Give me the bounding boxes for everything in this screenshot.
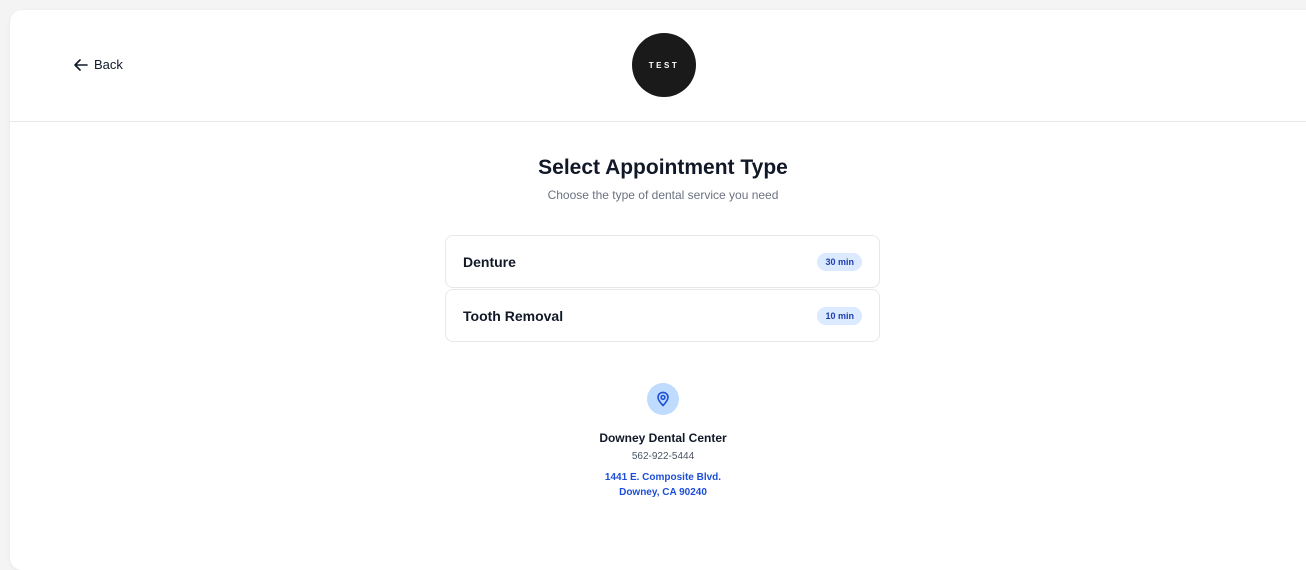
clinic-address-link[interactable]: 1441 E. Composite Blvd. Downey, CA 90240 bbox=[10, 470, 1306, 500]
back-button[interactable]: Back bbox=[74, 57, 123, 72]
back-label: Back bbox=[94, 57, 123, 72]
appointment-name: Tooth Removal bbox=[463, 307, 564, 324]
page-card: Back TEST Select Appointment Type Choose… bbox=[10, 10, 1306, 570]
header: Back TEST bbox=[10, 10, 1306, 122]
appointment-option-tooth-removal[interactable]: Tooth Removal 10 min bbox=[445, 289, 880, 342]
appointment-option-denture[interactable]: Denture 30 min bbox=[445, 235, 880, 288]
clinic-name: Downey Dental Center bbox=[599, 431, 727, 445]
logo: TEST bbox=[632, 33, 696, 97]
clinic-phone: 562-922-5444 bbox=[631, 451, 695, 462]
location-info: Downey Dental Center 562-922-5444 1441 E… bbox=[10, 383, 1306, 500]
duration-badge: 30 min bbox=[817, 252, 862, 271]
appointment-type-list: Denture 30 min Tooth Removal 10 min bbox=[445, 235, 880, 343]
page-title: Select Appointment Type bbox=[538, 156, 788, 179]
page-subtitle: Choose the type of dental service you ne… bbox=[547, 188, 779, 202]
appointment-name: Denture bbox=[463, 253, 516, 270]
duration-badge: 10 min bbox=[817, 306, 862, 325]
address-line-1: 1441 E. Composite Blvd. bbox=[604, 472, 722, 483]
map-pin-icon bbox=[647, 383, 679, 415]
address-line-2: Downey, CA 90240 bbox=[619, 487, 707, 498]
arrow-left-icon bbox=[74, 58, 88, 71]
